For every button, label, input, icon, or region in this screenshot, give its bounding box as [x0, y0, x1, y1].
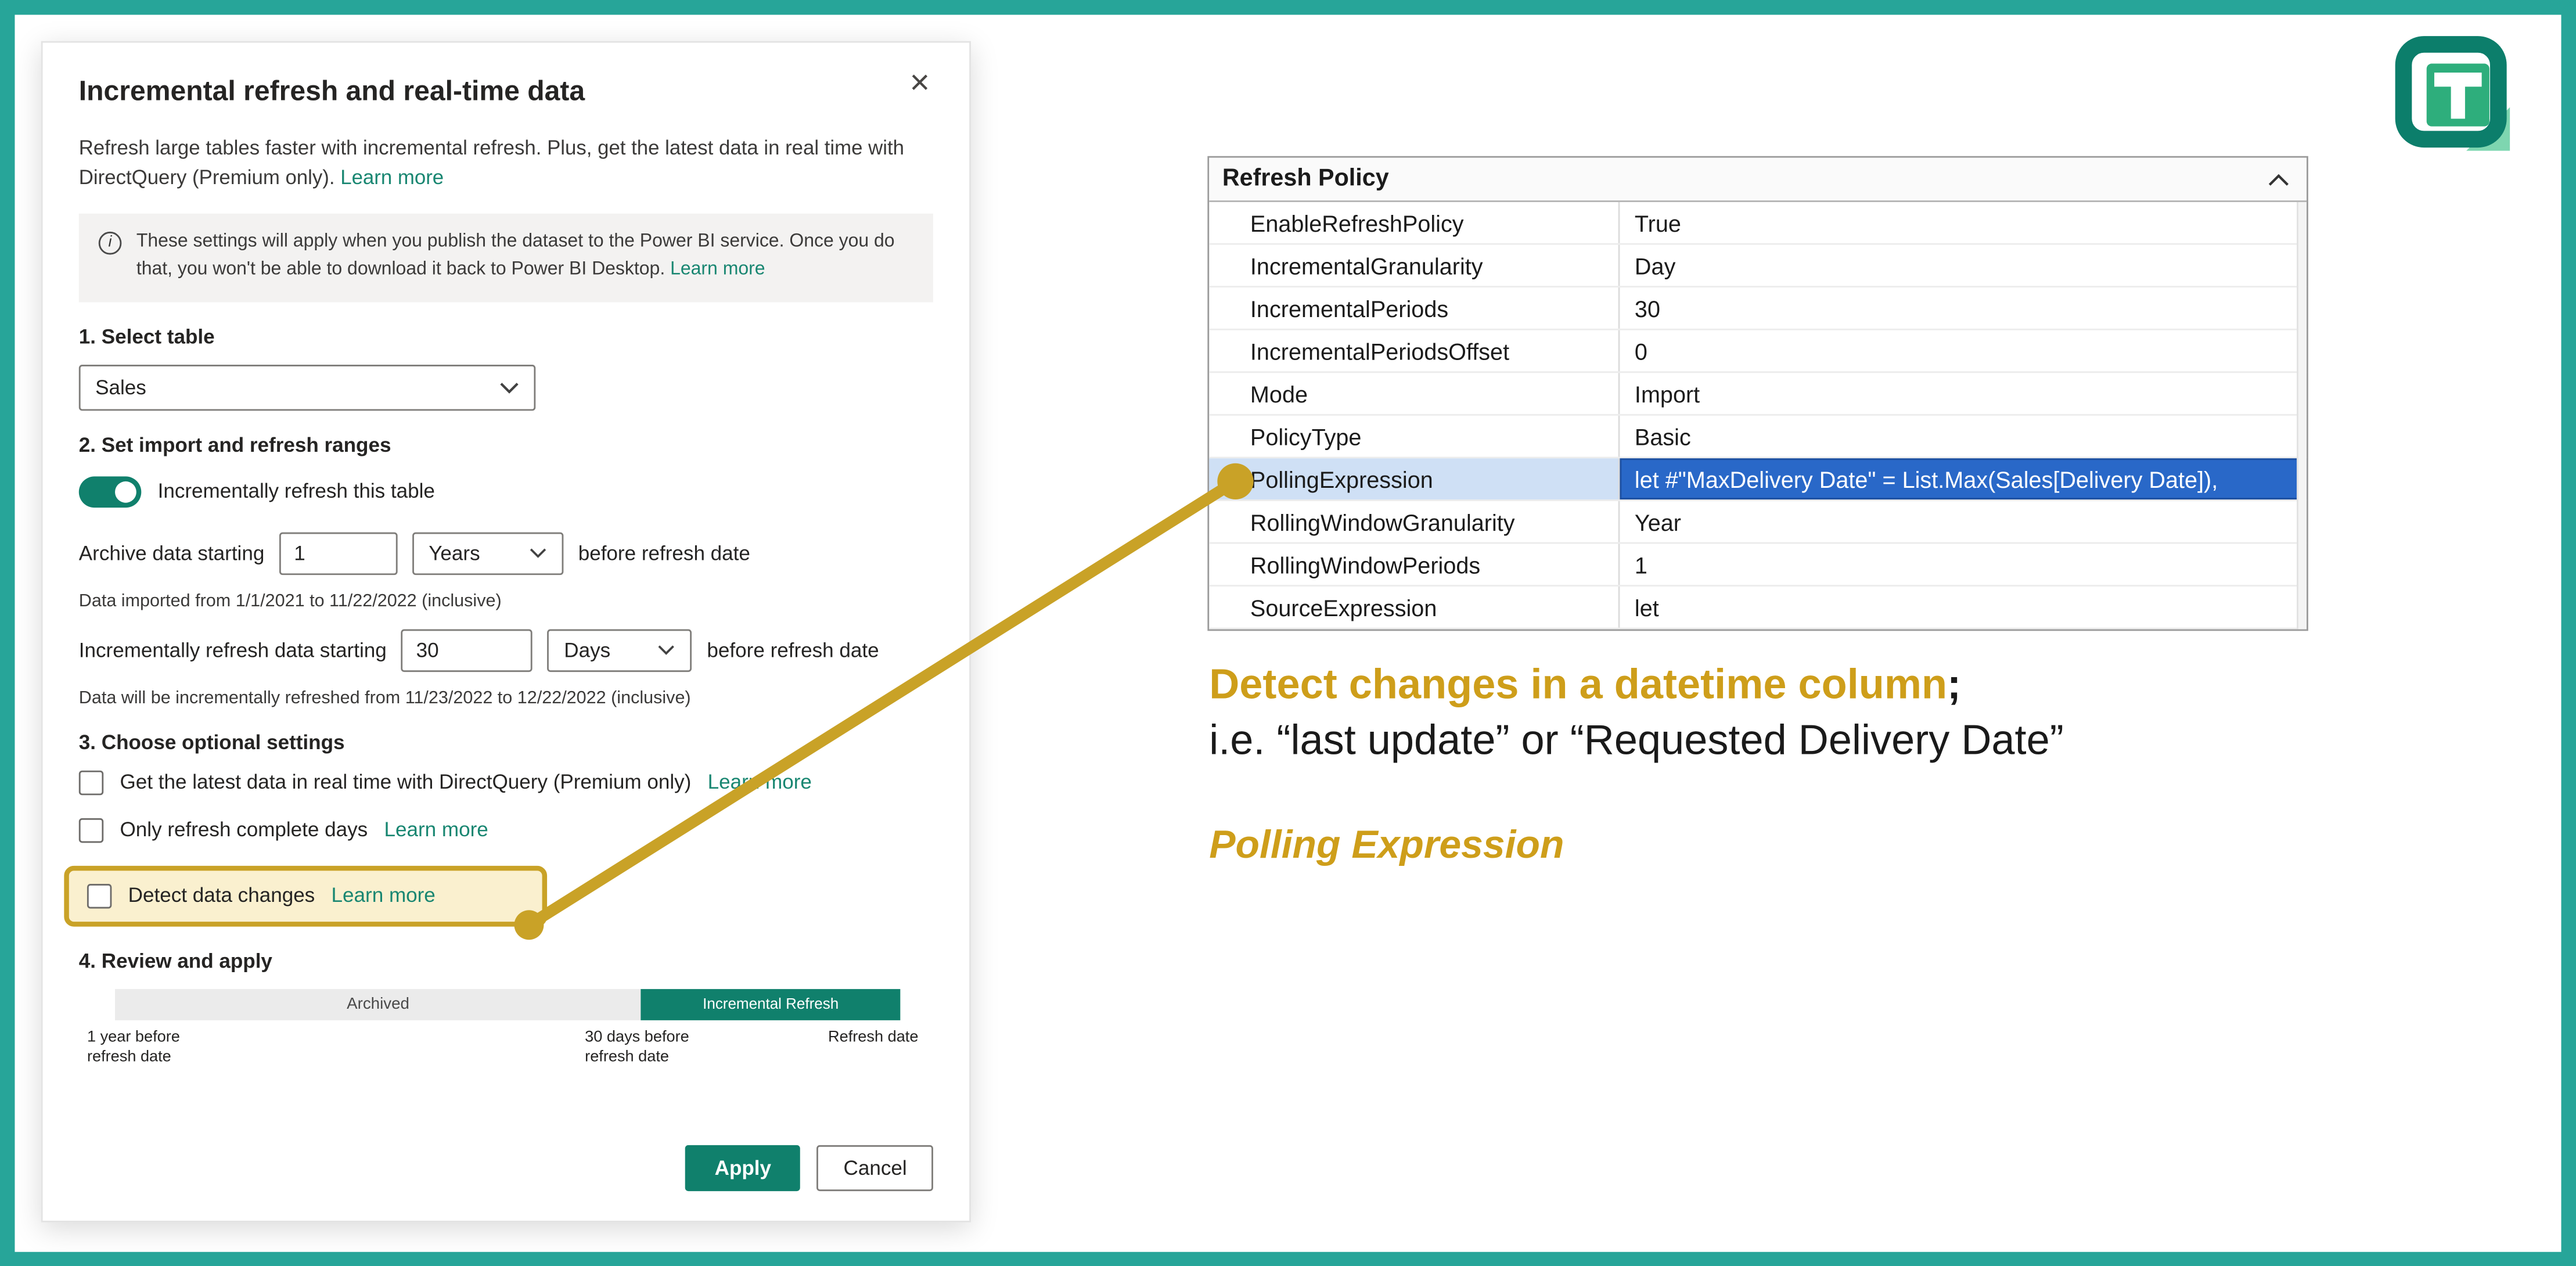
archive-label: Archive data starting — [79, 542, 265, 565]
intro-learn-more-link[interactable]: Learn more — [340, 167, 444, 190]
property-value[interactable]: 1 — [1620, 544, 2307, 585]
annotation-block: Detect changes in a datetime column; i.e… — [1209, 657, 2458, 869]
incremental-refresh-dialog: Incremental refresh and real-time data ×… — [41, 41, 971, 1222]
complete-days-label: Only refresh complete days — [120, 819, 368, 842]
cancel-button[interactable]: Cancel — [817, 1145, 933, 1191]
notice-learn-more-link[interactable]: Learn more — [670, 260, 765, 280]
close-icon[interactable]: × — [906, 66, 933, 100]
section-optional: 3. Choose optional settings — [79, 731, 933, 754]
refresh-policy-header[interactable]: Refresh Policy — [1209, 158, 2307, 202]
directquery-label: Get the latest data in real time with Di… — [120, 771, 692, 794]
table-row[interactable]: PolicyType Basic — [1209, 416, 2307, 459]
detect-data-changes-label: Detect data changes — [128, 884, 315, 908]
table-select[interactable]: Sales — [79, 365, 535, 411]
notice-banner: i These settings will apply when you pub… — [79, 213, 933, 302]
property-value[interactable]: let — [1620, 587, 2307, 628]
detect-data-changes-learn-more-link[interactable]: Learn more — [332, 884, 436, 908]
archive-suffix: before refresh date — [578, 542, 750, 565]
property-value[interactable]: Day — [1620, 245, 2307, 286]
property-name: SourceExpression — [1209, 587, 1620, 628]
apply-button[interactable]: Apply — [685, 1145, 801, 1191]
directquery-learn-more-link[interactable]: Learn more — [708, 771, 812, 794]
archived-segment: Archived — [115, 989, 641, 1020]
incremental-unit-select[interactable]: Days — [548, 629, 692, 672]
table-row[interactable]: IncrementalPeriodsOffset 0 — [1209, 330, 2307, 373]
property-value[interactable]: Year — [1620, 501, 2307, 542]
property-value[interactable]: Import — [1620, 373, 2307, 414]
archive-unit-select[interactable]: Years — [412, 532, 563, 575]
dialog-title: Incremental refresh and real-time data — [79, 75, 585, 109]
section-select-table: 1. Select table — [79, 325, 933, 348]
dialog-intro: Refresh large tables faster with increme… — [79, 133, 927, 193]
axis-label-middle: 30 days before refresh date — [585, 1028, 689, 1070]
refresh-policy-table: Refresh Policy EnableRefreshPolicy True … — [1207, 156, 2308, 631]
table-row[interactable]: RollingWindowPeriods 1 — [1209, 544, 2307, 587]
complete-days-learn-more-link[interactable]: Learn more — [384, 819, 488, 842]
incremental-suffix: before refresh date — [707, 639, 879, 662]
axis-label-left: 1 year before refresh date — [87, 1028, 180, 1070]
table-row[interactable]: EnableRefreshPolicy True — [1209, 202, 2307, 245]
property-name: RollingWindowGranularity — [1209, 501, 1620, 542]
toggle-label: Incrementally refresh this table — [158, 480, 435, 503]
property-name: PollingExpression — [1209, 458, 1620, 499]
property-name: RollingWindowPeriods — [1209, 544, 1620, 585]
annotation-subline: i.e. “last update” or “Requested Deliver… — [1209, 714, 2458, 770]
incremental-value-input[interactable] — [401, 629, 533, 672]
intro-text: Refresh large tables faster with increme… — [79, 136, 904, 190]
canvas: Incremental refresh and real-time data ×… — [0, 0, 2576, 1266]
archive-note: Data imported from 1/1/2021 to 11/22/202… — [79, 591, 933, 611]
property-name: IncrementalPeriodsOffset — [1209, 330, 1620, 372]
incremental-label: Incrementally refresh data starting — [79, 639, 387, 662]
section-review: 4. Review and apply — [79, 950, 933, 973]
incremental-note: Data will be incrementally refreshed fro… — [79, 688, 933, 708]
table-row[interactable]: Mode Import — [1209, 373, 2307, 416]
property-value[interactable]: Basic — [1620, 416, 2307, 457]
property-name: EnableRefreshPolicy — [1209, 202, 1620, 243]
refresh-range-axis: 1 year before refresh date 30 days befor… — [79, 1025, 933, 1071]
annotation-caption: Polling Expression — [1209, 823, 2458, 869]
incremental-segment: Incremental Refresh — [641, 989, 900, 1020]
archive-unit-value: Years — [429, 542, 480, 565]
incremental-segment-label: Incremental Refresh — [703, 996, 839, 1012]
archive-value-input[interactable] — [279, 532, 398, 575]
table-row-polling-expression[interactable]: PollingExpression let #"MaxDelivery Date… — [1209, 458, 2307, 501]
complete-days-option: Only refresh complete days Learn more — [79, 818, 933, 843]
info-icon: i — [99, 232, 122, 255]
directquery-option: Get the latest data in real time with Di… — [79, 770, 933, 794]
chevron-down-icon — [499, 381, 519, 394]
chevron-down-icon — [529, 548, 547, 559]
section-ranges: 2. Set import and refresh ranges — [79, 434, 933, 457]
scrollbar[interactable] — [2297, 202, 2307, 630]
property-value[interactable]: 0 — [1620, 330, 2307, 372]
property-value[interactable]: True — [1620, 202, 2307, 243]
refresh-range-bar: Archived Incremental Refresh — [115, 989, 900, 1020]
property-name: IncrementalGranularity — [1209, 245, 1620, 286]
property-value[interactable]: let #"MaxDelivery Date" = List.Max(Sales… — [1620, 458, 2307, 499]
property-name: Mode — [1209, 373, 1620, 414]
complete-days-checkbox[interactable] — [79, 818, 103, 843]
axis-label-right: Refresh date — [828, 1028, 918, 1049]
table-row[interactable]: IncrementalGranularity Day — [1209, 245, 2307, 288]
table-row[interactable]: SourceExpression let — [1209, 587, 2307, 630]
refresh-policy-title: Refresh Policy — [1222, 166, 1389, 192]
chevron-up-icon[interactable] — [2267, 172, 2290, 186]
table-row[interactable]: IncrementalPeriods 30 — [1209, 287, 2307, 330]
table-select-value: Sales — [95, 376, 146, 400]
property-name: IncrementalPeriods — [1209, 287, 1620, 329]
tabular-editor-logo — [2392, 33, 2520, 161]
chevron-down-icon — [658, 645, 676, 656]
property-value[interactable]: 30 — [1620, 287, 2307, 329]
detect-data-changes-option: Detect data changes Learn more — [64, 866, 547, 927]
notice-text: These settings will apply when you publi… — [136, 228, 913, 286]
property-name: PolicyType — [1209, 416, 1620, 457]
annotation-headline: Detect changes in a datetime column; — [1209, 657, 2458, 714]
directquery-checkbox[interactable] — [79, 770, 103, 794]
incremental-unit-value: Days — [564, 639, 610, 662]
detect-data-changes-checkbox[interactable] — [87, 884, 111, 908]
archived-segment-label: Archived — [347, 995, 409, 1013]
incremental-refresh-toggle[interactable] — [79, 476, 142, 508]
table-row[interactable]: RollingWindowGranularity Year — [1209, 501, 2307, 544]
